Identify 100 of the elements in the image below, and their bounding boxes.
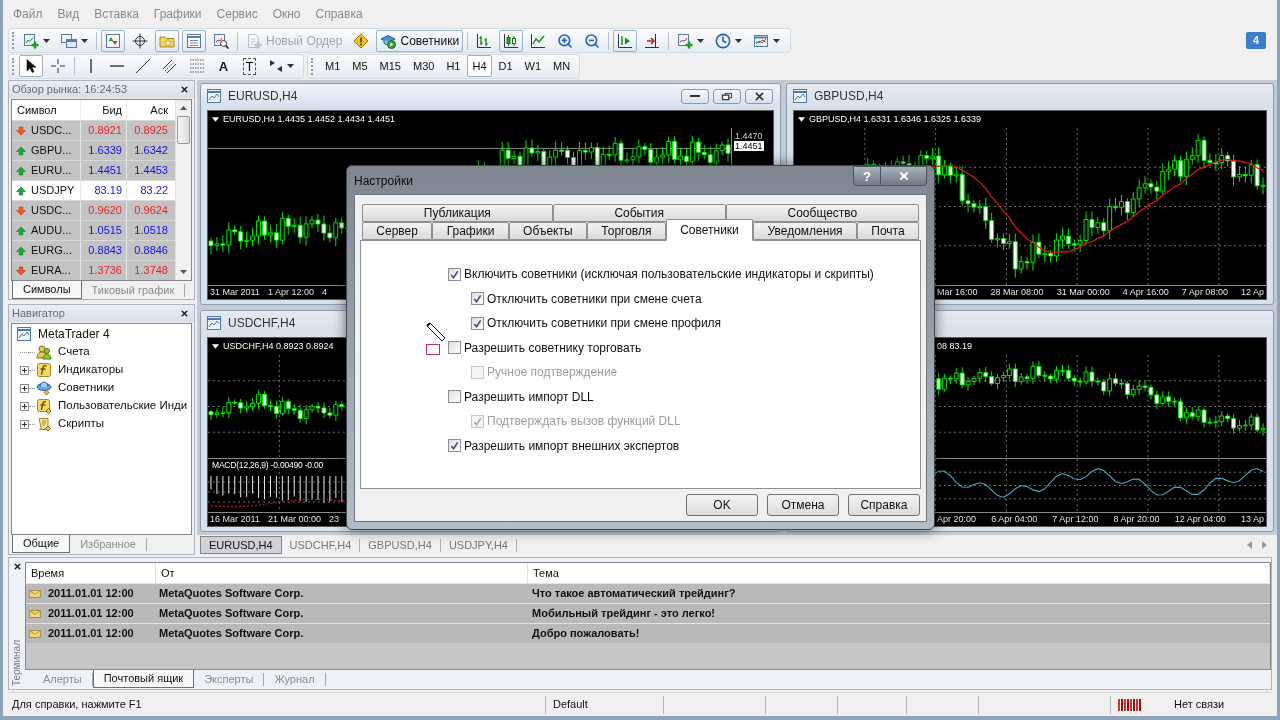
column-header[interactable]: Символ [12,100,80,120]
settings-tab[interactable]: Уведомления [753,222,857,240]
message-sender: MetaQuotes Software Corp. [158,586,305,602]
window-title: EURUSD,H4 [228,88,298,105]
exclamation-diamond-icon [353,32,370,49]
text-tool-button[interactable]: A [212,55,235,77]
autoscroll-button[interactable] [613,29,638,52]
chart-tab[interactable]: EURUSD,H4 [200,536,282,554]
symbol-row[interactable]: EURG... 0.8843 0.8846 [12,240,175,260]
ok-button[interactable]: OK [686,494,758,516]
message-row[interactable]: 2011.01.01 12:00 MetaQuotes Software Corp. Мобильный трейдинг - это легко! [26,603,1270,623]
scrollbar-thumb[interactable] [177,116,190,144]
plus-box-icon[interactable] [20,365,29,375]
checkbox[interactable] [471,292,484,306]
minimize-button[interactable] [681,88,709,104]
market-watch-button[interactable] [101,29,125,52]
arrows-icon [268,58,284,74]
settings-tab[interactable]: Сервер [362,222,433,240]
chart-tab[interactable]: USDJPY,H4 [440,538,517,552]
caret-up-icon[interactable] [180,106,187,110]
help-button[interactable]: Справка [848,494,920,516]
plus-box-icon[interactable] [20,383,29,393]
tree-item[interactable]: Счета [58,343,90,361]
cursor-tool-button[interactable] [19,55,43,77]
terminal-button[interactable] [182,29,206,52]
candlesticks-button[interactable] [499,29,524,52]
ohlc-bars-icon [476,32,493,49]
timeframe-button[interactable]: W1 [519,55,547,77]
checkbox-label[interactable]: Отключить советники при смене профиля [487,314,722,333]
message-row[interactable]: 2011.01.01 12:00 MetaQuotes Software Corp. Что такое автоматический трейдинг? [26,583,1270,603]
symbol-row[interactable]: AUDU... 1.0515 1.0518 [12,220,175,240]
plus-box-icon[interactable] [20,419,29,429]
tree-item[interactable]: Советники [58,379,115,397]
checkbox[interactable] [448,341,461,355]
window-title: USDCHF,H4 [228,315,296,332]
timeframe-button[interactable]: MN [548,55,576,77]
panel-tab[interactable]: Почтовый ящик [92,670,195,688]
symbol-row[interactable]: USDC... 0.8921 0.8925 [12,120,175,140]
toolbar-grip[interactable] [12,32,15,49]
settings-tab[interactable]: Советники [665,219,754,241]
candlestick-icon [503,32,520,49]
symbol-row[interactable]: EURA... 1.3736 1.3748 [12,260,175,280]
panel-tab[interactable]: Символы [12,281,82,299]
plus-box-icon[interactable] [20,401,29,411]
settings-tab[interactable]: События [552,204,726,222]
close-button[interactable] [881,166,927,186]
caret-down-icon[interactable] [180,270,187,274]
chart-window-icon [792,88,808,104]
message-row[interactable]: 2011.01.01 12:00 MetaQuotes Software Corp. Добро пожаловать! [26,623,1270,643]
checkbox[interactable] [448,390,461,404]
settings-tab[interactable]: Графики [432,222,509,240]
vertical-scrollbar[interactable] [175,100,191,280]
pointer-icon [23,58,39,74]
checkmark-icon [450,269,459,279]
chart-tab[interactable]: GBPUSD,H4 [360,538,441,552]
settings-tab[interactable]: Сообщество [725,204,919,222]
symbol-row[interactable]: USDC... 0.9620 0.9624 [12,200,175,220]
timeframe-button[interactable]: M1 [320,55,346,77]
checkbox[interactable] [448,267,461,281]
tree-item[interactable]: Скрипты [58,415,104,433]
checkmark-icon [473,416,482,426]
timeframe-button[interactable]: M30 [407,55,440,77]
checkbox-label[interactable]: Разрешить импорт DLL [464,387,594,406]
settings-tab[interactable]: Публикация [362,204,553,222]
checkbox-label[interactable]: Разрешить советнику торговать [464,338,642,357]
symbol-row[interactable]: USDJPY 83.19 83.22 [12,180,175,200]
time-axis-label: 28 Mar 08:00 [990,288,1044,297]
function-tile-icon [36,362,52,378]
symbol-row[interactable]: EURU... 1.4451 1.4453 [12,160,175,180]
toolbar-grip[interactable] [311,57,314,75]
checkbox-label[interactable]: Включить советники (исключая пользовательские индикаторы и скрипты) [464,265,874,284]
timeframe-button[interactable]: H1 [441,55,466,77]
triangle-down-icon [798,117,805,122]
settings-tab[interactable]: Торговля [586,222,666,240]
settings-tab[interactable]: Объекты [508,222,587,240]
tree-item[interactable]: Индикаторы [58,361,124,379]
checkbox-label[interactable]: Отключить советники при смене счета [487,289,702,308]
autotrading-button[interactable]: Советники [376,29,464,52]
checkbox[interactable] [448,439,461,453]
chart-tab[interactable]: USDCHF,H4 [281,538,361,552]
timeframe-button[interactable]: H4 [467,55,492,77]
toolbar-grip[interactable] [12,57,15,75]
cancel-button[interactable]: Отмена [767,494,839,516]
dropdown-caret-icon [81,38,88,43]
settings-tab[interactable]: Почта [856,222,919,240]
timeframe-button[interactable]: M5 [347,55,373,77]
tree-item[interactable]: MetaTrader 4 [38,325,110,343]
symbol-row[interactable]: GBPU... 1.6339 1.6342 [12,140,175,160]
timeframe-button[interactable]: D1 [493,55,518,77]
close-button[interactable] [745,88,773,104]
tree-item[interactable]: Пользовательские Инди [58,397,188,415]
notification-badge[interactable]: 4 [1246,32,1266,49]
restore-button[interactable] [713,88,741,104]
timeframe-button[interactable]: M15 [374,55,406,77]
checkmark-icon [450,441,459,451]
window-title: GBPUSD,H4 [814,88,884,105]
close-icon [897,170,910,182]
panel-tab[interactable]: Общие [12,535,71,553]
checkbox-label[interactable]: Разрешить импорт внешних экспертов [464,436,680,455]
checkbox[interactable] [471,316,484,330]
